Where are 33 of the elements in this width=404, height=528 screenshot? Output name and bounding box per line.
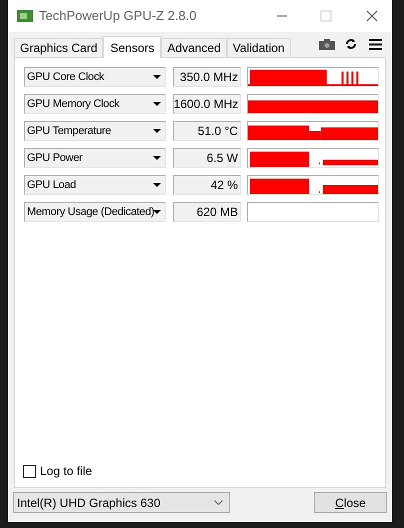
- checkbox-label[interactable]: Log to file: [40, 462, 92, 480]
- sensor-select[interactable]: GPU Power: [24, 148, 166, 168]
- close-icon[interactable]: [366, 10, 378, 22]
- chevron-down-icon: [214, 500, 223, 505]
- menu-icon[interactable]: [369, 39, 382, 50]
- dropdown-arrow-icon: [152, 75, 161, 79]
- tab[interactable]: Sensors: [103, 36, 162, 58]
- sensor-value: 1600.0 MHz: [172, 94, 242, 114]
- sensor-value: 620 MB: [172, 202, 241, 222]
- sensor-value: 6.5 W: [172, 148, 241, 168]
- app-logo-icon: [17, 10, 33, 22]
- dropdown-arrow-icon: [152, 210, 161, 214]
- sensor-select[interactable]: GPU Temperature: [24, 121, 166, 141]
- checkbox[interactable]: [23, 464, 36, 478]
- tab[interactable]: Graphics Card: [14, 38, 104, 57]
- sensor-value: 350.0 MHz: [172, 67, 241, 87]
- dropdown-arrow-icon: [152, 129, 161, 133]
- sensor-select[interactable]: Memory Usage (Dedicated): [24, 202, 166, 222]
- dropdown-arrow-icon: [152, 156, 161, 160]
- refresh-icon[interactable]: [345, 38, 357, 50]
- sensor-value: 51.0 °C: [172, 121, 241, 141]
- sensor-value: 42 %: [172, 175, 241, 195]
- sensor-select[interactable]: GPU Core Clock: [24, 67, 166, 87]
- tab[interactable]: Advanced: [161, 38, 227, 57]
- dropdown-arrow-icon: [152, 102, 161, 106]
- close-button[interactable]: Close: [314, 492, 387, 513]
- camera-icon[interactable]: [319, 39, 335, 50]
- sensor-select[interactable]: GPU Load: [24, 175, 166, 195]
- dropdown-arrow-icon: [152, 183, 161, 187]
- window-title: TechPowerUp GPU-Z 2.8.0: [39, 7, 197, 26]
- device-select[interactable]: Intel(R) UHD Graphics 630: [13, 492, 230, 513]
- sensor-select[interactable]: GPU Memory Clock: [24, 94, 166, 114]
- tab[interactable]: Validation: [226, 38, 291, 57]
